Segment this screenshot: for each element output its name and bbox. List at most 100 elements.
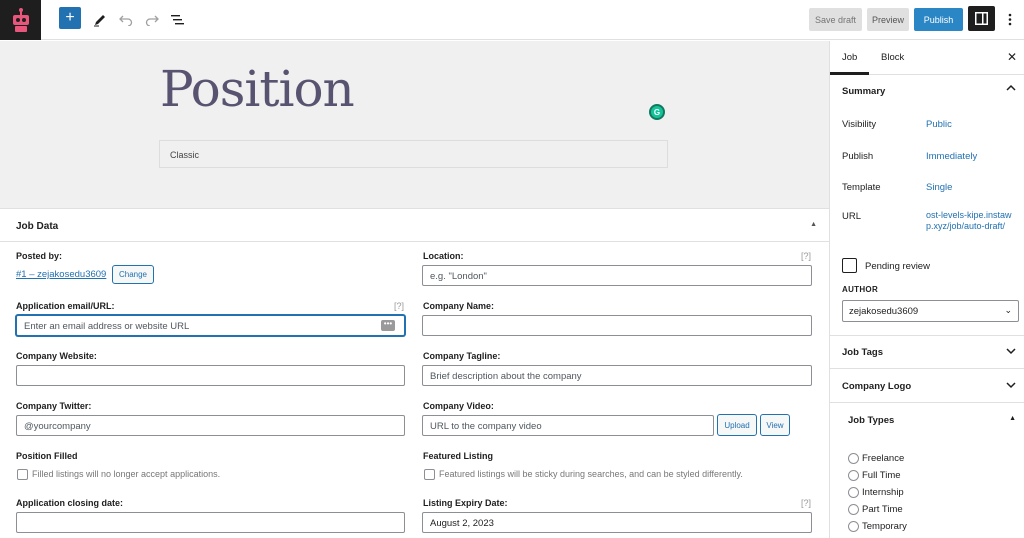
password-manager-icon[interactable]: ••• bbox=[381, 320, 395, 331]
editor-canvas: Position G Classic bbox=[0, 41, 829, 208]
url-label: URL bbox=[842, 211, 862, 222]
job-tags-panel-title[interactable]: Job Tags bbox=[842, 347, 883, 358]
post-title[interactable]: Position bbox=[160, 60, 355, 118]
application-input[interactable]: Enter an email address or website URL ••… bbox=[16, 315, 405, 336]
author-label: AUTHOR bbox=[842, 285, 879, 294]
pending-review-label: Pending review bbox=[865, 261, 930, 272]
options-menu-button[interactable] bbox=[1000, 8, 1020, 31]
job-data-title: Job Data bbox=[16, 221, 59, 232]
radio-full-time[interactable] bbox=[848, 470, 859, 481]
application-placeholder: Enter an email address or website URL bbox=[24, 321, 190, 332]
job-data-metabox: Job Data ▲ Posted by: #1 – zejakosedu360… bbox=[0, 208, 829, 538]
site-logo[interactable] bbox=[0, 0, 41, 40]
application-label: Application email/URL: bbox=[16, 301, 115, 311]
document-overview-button[interactable] bbox=[167, 8, 189, 31]
position-filled-label: Position Filled bbox=[16, 451, 78, 461]
application-help[interactable]: [?] bbox=[394, 301, 404, 311]
undo-button[interactable] bbox=[115, 8, 137, 31]
expiry-date-help[interactable]: [?] bbox=[801, 498, 811, 508]
radio-label: Internship bbox=[862, 487, 904, 498]
redo-button[interactable] bbox=[141, 8, 163, 31]
summary-panel-title[interactable]: Summary bbox=[842, 86, 885, 97]
company-website-label: Company Website: bbox=[16, 351, 97, 361]
company-logo-panel-title[interactable]: Company Logo bbox=[842, 381, 911, 392]
company-name-input[interactable] bbox=[422, 315, 812, 336]
chevron-up-icon[interactable] bbox=[1006, 83, 1016, 96]
company-twitter-input[interactable]: @yourcompany bbox=[16, 415, 405, 436]
position-filled-desc: Filled listings will no longer accept ap… bbox=[32, 469, 221, 479]
radio-temporary[interactable] bbox=[848, 521, 859, 532]
more-vertical-icon bbox=[1008, 13, 1012, 26]
view-video-button[interactable]: View bbox=[760, 414, 790, 436]
company-video-input[interactable]: URL to the company video bbox=[422, 415, 714, 436]
company-tagline-label: Company Tagline: bbox=[423, 351, 501, 361]
template-value[interactable]: Single bbox=[926, 182, 952, 193]
list-view-icon bbox=[171, 14, 184, 24]
robot-logo-icon bbox=[12, 8, 29, 32]
radio-label: Freelance bbox=[862, 453, 905, 464]
collapse-triangle-icon[interactable]: ▲ bbox=[810, 221, 817, 228]
block-inserter-button[interactable]: + bbox=[59, 7, 81, 29]
collapse-triangle-icon[interactable]: ▲ bbox=[1009, 415, 1016, 422]
divider bbox=[830, 368, 1024, 369]
template-label: Template bbox=[842, 182, 881, 193]
posted-by-user-link[interactable]: #1 – zejakosedu3609 bbox=[16, 269, 106, 280]
company-twitter-label: Company Twitter: bbox=[16, 401, 92, 411]
save-draft-button[interactable]: Save draft bbox=[809, 8, 862, 31]
grammarly-icon[interactable]: G bbox=[649, 104, 665, 120]
expiry-date-label: Listing Expiry Date: bbox=[423, 498, 508, 508]
publish-button[interactable]: Publish bbox=[914, 8, 963, 31]
position-filled-checkbox[interactable] bbox=[17, 469, 28, 480]
expiry-date-input[interactable]: August 2, 2023 bbox=[422, 512, 812, 533]
tab-block[interactable]: Block bbox=[881, 52, 904, 63]
change-author-button[interactable]: Change bbox=[112, 265, 154, 284]
author-select[interactable]: zejakosedu3609 ⌄ bbox=[842, 300, 1019, 322]
redo-icon bbox=[145, 15, 159, 26]
edit-tool-button[interactable] bbox=[89, 8, 111, 31]
settings-sidebar: Job Block ✕ Summary Visibility Public Pu… bbox=[829, 41, 1024, 538]
closing-date-input[interactable] bbox=[16, 512, 405, 533]
featured-listing-checkbox[interactable] bbox=[424, 469, 435, 480]
visibility-label: Visibility bbox=[842, 119, 877, 130]
company-tagline-input[interactable]: Brief description about the company bbox=[422, 365, 812, 386]
url-value[interactable]: ost-levels-kipe.instawp.xyz/job/auto-dra… bbox=[926, 210, 1018, 232]
featured-listing-desc: Featured listings will be sticky during … bbox=[439, 469, 743, 479]
tab-job[interactable]: Job bbox=[829, 52, 870, 75]
chevron-down-icon: ⌄ bbox=[1004, 305, 1012, 315]
pending-review-checkbox[interactable] bbox=[842, 258, 857, 273]
close-sidebar-button[interactable]: ✕ bbox=[1007, 50, 1017, 64]
location-label: Location: bbox=[423, 251, 464, 261]
location-input[interactable]: e.g. "London" bbox=[422, 265, 812, 286]
posted-by-label: Posted by: bbox=[16, 251, 63, 261]
radio-internship[interactable] bbox=[848, 487, 859, 498]
preview-button[interactable]: Preview bbox=[867, 8, 909, 31]
chevron-down-icon[interactable] bbox=[1006, 346, 1016, 359]
company-website-input[interactable] bbox=[16, 365, 405, 386]
upload-video-button[interactable]: Upload bbox=[717, 414, 757, 436]
radio-label: Temporary bbox=[862, 521, 907, 532]
undo-icon bbox=[119, 15, 133, 26]
close-icon: ✕ bbox=[1006, 50, 1017, 64]
classic-block[interactable]: Classic bbox=[159, 140, 668, 168]
sidebar-panel-icon bbox=[975, 12, 988, 25]
author-select-value: zejakosedu3609 bbox=[849, 306, 919, 317]
job-data-header[interactable]: Job Data ▲ bbox=[0, 209, 829, 242]
publish-value[interactable]: Immediately bbox=[926, 151, 977, 162]
company-name-label: Company Name: bbox=[423, 301, 495, 311]
sidebar-tabs: Job Block ✕ bbox=[829, 41, 1024, 75]
location-help[interactable]: [?] bbox=[801, 251, 811, 261]
settings-toggle-button[interactable] bbox=[968, 6, 995, 31]
featured-listing-label: Featured Listing bbox=[423, 451, 494, 461]
divider bbox=[830, 402, 1024, 403]
chevron-down-icon[interactable] bbox=[1006, 380, 1016, 393]
company-video-label: Company Video: bbox=[423, 401, 494, 411]
closing-date-label: Application closing date: bbox=[16, 498, 124, 508]
divider bbox=[830, 335, 1024, 336]
radio-label: Full Time bbox=[862, 470, 901, 481]
visibility-value[interactable]: Public bbox=[926, 119, 952, 130]
radio-freelance[interactable] bbox=[848, 453, 859, 464]
editor-toolbar: + Save draft Preview Publish bbox=[0, 0, 1024, 40]
job-types-panel-title[interactable]: Job Types bbox=[848, 415, 894, 426]
radio-part-time[interactable] bbox=[848, 504, 859, 515]
radio-label: Part Time bbox=[862, 504, 903, 515]
